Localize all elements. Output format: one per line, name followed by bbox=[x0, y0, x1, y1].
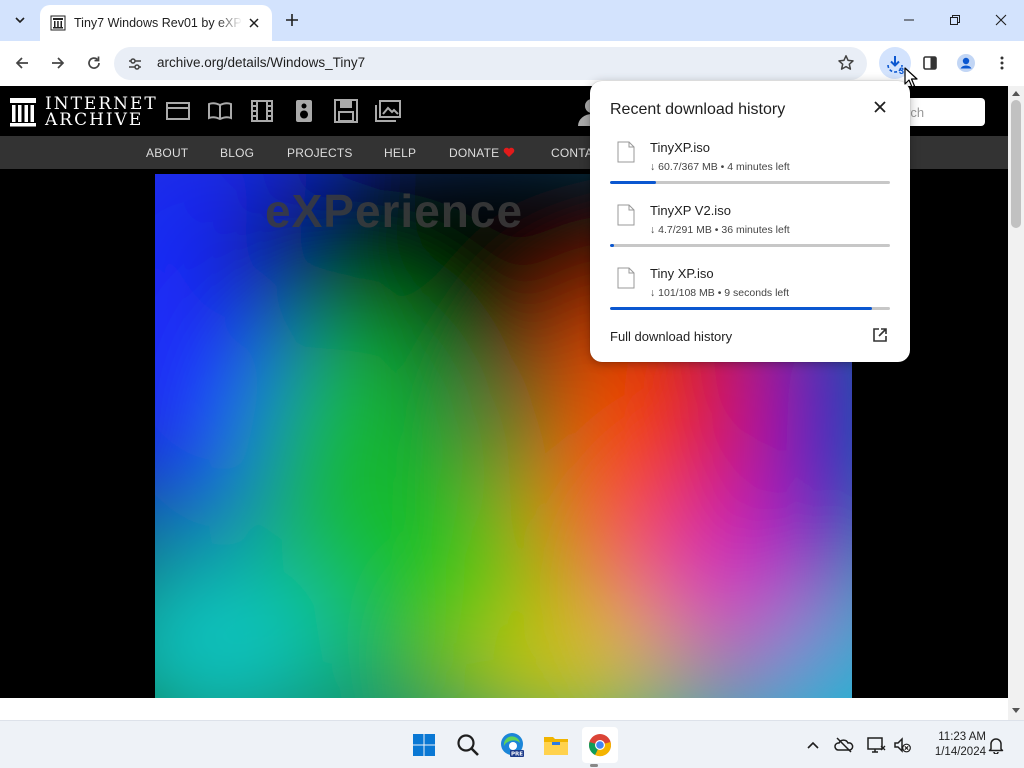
archive-building-icon bbox=[10, 98, 36, 127]
scrollbar-thumb[interactable] bbox=[1011, 100, 1021, 228]
notification-bell-icon[interactable] bbox=[986, 735, 1006, 755]
minimize-icon bbox=[904, 19, 914, 21]
chevron-up-icon[interactable] bbox=[803, 735, 823, 755]
browser-tab[interactable]: Tiny7 Windows Rev01 by eXPerience bbox=[40, 5, 272, 41]
close-window-button[interactable] bbox=[989, 8, 1013, 32]
download-progress-bar bbox=[610, 244, 890, 247]
scroll-down-arrow-icon[interactable] bbox=[1012, 708, 1020, 713]
page-scrollbar[interactable] bbox=[1008, 86, 1024, 720]
file-icon bbox=[617, 267, 635, 289]
nav-help[interactable]: HELP bbox=[384, 146, 416, 160]
tab-strip: Tiny7 Windows Rev01 by eXPerience bbox=[0, 0, 1024, 41]
download-progress-fill bbox=[610, 244, 615, 247]
onedrive-offline-icon[interactable] bbox=[834, 735, 854, 755]
download-filename: TinyXP.iso bbox=[650, 140, 710, 155]
reload-button[interactable] bbox=[82, 51, 106, 75]
nav-donate[interactable]: DONATE bbox=[449, 146, 499, 160]
network-icon[interactable] bbox=[866, 735, 886, 755]
bookmark-star-icon[interactable] bbox=[837, 54, 855, 72]
logo-line-2: ARCHIVE bbox=[45, 110, 144, 130]
tab-close-icon[interactable] bbox=[246, 15, 262, 31]
download-bubble: Recent download history TinyXP.iso ↓ 60.… bbox=[590, 81, 910, 362]
ia-logo[interactable]: INTERNET ARCHIVE bbox=[9, 96, 158, 130]
minimize-button[interactable] bbox=[897, 8, 921, 32]
download-status: ↓ 60.7/367 MB • 4 minutes left bbox=[650, 161, 790, 173]
page-footer-strip bbox=[0, 698, 1008, 720]
download-bubble-title: Recent download history bbox=[610, 101, 786, 118]
download-item[interactable]: TinyXP V2.iso ↓ 4.7/291 MB • 36 minutes … bbox=[610, 196, 890, 256]
download-progress-fill bbox=[610, 181, 657, 184]
edge-beta-icon[interactable]: PRE bbox=[494, 727, 530, 763]
back-button[interactable] bbox=[10, 51, 34, 75]
file-icon bbox=[617, 204, 635, 226]
download-status: ↓ 4.7/291 MB • 36 minutes left bbox=[650, 224, 790, 236]
download-progress-bar bbox=[610, 181, 890, 184]
clock-date: 1/14/2024 bbox=[934, 746, 986, 758]
nav-contact[interactable]: CONTA bbox=[551, 146, 593, 160]
texts-icon[interactable] bbox=[206, 99, 234, 123]
download-item[interactable]: TinyXP.iso ↓ 60.7/367 MB • 4 minutes lef… bbox=[610, 133, 890, 193]
volume-muted-icon[interactable] bbox=[892, 735, 912, 755]
download-progress-bar bbox=[610, 307, 890, 310]
windows-taskbar: PRE 11:23 AM 1/14/2024 bbox=[0, 720, 1024, 768]
clock-time: 11:23 AM bbox=[938, 731, 986, 743]
scroll-up-arrow-icon[interactable] bbox=[1012, 91, 1020, 96]
software-icon[interactable] bbox=[332, 99, 360, 123]
tab-title: Tiny7 Windows Rev01 by eXPerience bbox=[74, 16, 242, 30]
file-icon bbox=[617, 141, 635, 163]
forward-button[interactable] bbox=[46, 51, 70, 75]
download-status: ↓ 101/108 MB • 9 seconds left bbox=[650, 287, 790, 299]
chevron-down-icon bbox=[15, 17, 25, 24]
search-icon[interactable] bbox=[450, 727, 486, 763]
arrow-right-icon bbox=[52, 57, 65, 69]
url-text[interactable]: archive.org/details/Windows_Tiny7 bbox=[157, 55, 365, 70]
internet-archive-favicon-icon bbox=[50, 15, 66, 31]
download-filename: Tiny XP.iso bbox=[650, 266, 714, 281]
open-external-icon[interactable] bbox=[872, 327, 888, 343]
heart-icon bbox=[503, 147, 515, 158]
audio-icon[interactable] bbox=[290, 99, 318, 123]
site-info-icon[interactable] bbox=[124, 53, 146, 75]
nav-blog[interactable]: BLOG bbox=[220, 146, 254, 160]
plus-icon bbox=[286, 14, 298, 26]
web-icon[interactable] bbox=[164, 99, 192, 123]
close-icon bbox=[995, 14, 1007, 26]
images-icon[interactable] bbox=[374, 99, 402, 123]
address-bar[interactable]: archive.org/details/Windows_Tiny7 bbox=[114, 47, 867, 80]
avatar-icon bbox=[957, 54, 975, 72]
arrow-left-icon bbox=[15, 57, 28, 69]
download-progress-fill bbox=[610, 307, 872, 310]
video-icon[interactable] bbox=[248, 99, 276, 123]
profile-button[interactable] bbox=[954, 51, 978, 75]
restore-icon bbox=[950, 15, 960, 25]
side-panel-icon bbox=[923, 56, 937, 70]
download-filename: TinyXP V2.iso bbox=[650, 203, 731, 218]
nav-about[interactable]: ABOUT bbox=[146, 146, 188, 160]
close-icon[interactable] bbox=[871, 98, 889, 116]
reload-icon bbox=[88, 56, 100, 69]
restore-button[interactable] bbox=[943, 8, 967, 32]
artwork-title-text: eXPerience bbox=[265, 185, 524, 237]
system-clock[interactable]: 11:23 AM 1/14/2024 bbox=[914, 730, 986, 760]
tab-search-button[interactable] bbox=[8, 8, 32, 32]
windows-start-icon[interactable] bbox=[406, 727, 442, 763]
chrome-menu-button[interactable] bbox=[990, 51, 1014, 75]
chrome-icon[interactable] bbox=[582, 727, 618, 763]
download-count-badge: 3 bbox=[899, 66, 905, 76]
new-tab-button[interactable] bbox=[282, 10, 302, 30]
active-app-indicator bbox=[590, 764, 598, 767]
nav-projects[interactable]: PROJECTS bbox=[287, 146, 353, 160]
kebab-menu-icon bbox=[1000, 56, 1004, 70]
full-download-history-link[interactable]: Full download history bbox=[610, 329, 732, 344]
mouse-cursor-icon bbox=[904, 67, 918, 89]
svg-text:PRE: PRE bbox=[511, 752, 523, 758]
file-explorer-icon[interactable] bbox=[538, 727, 574, 763]
side-panel-button[interactable] bbox=[918, 51, 942, 75]
download-item[interactable]: Tiny XP.iso ↓ 101/108 MB • 9 seconds lef… bbox=[610, 259, 890, 319]
browser-toolbar: archive.org/details/Windows_Tiny7 bbox=[0, 41, 1024, 86]
